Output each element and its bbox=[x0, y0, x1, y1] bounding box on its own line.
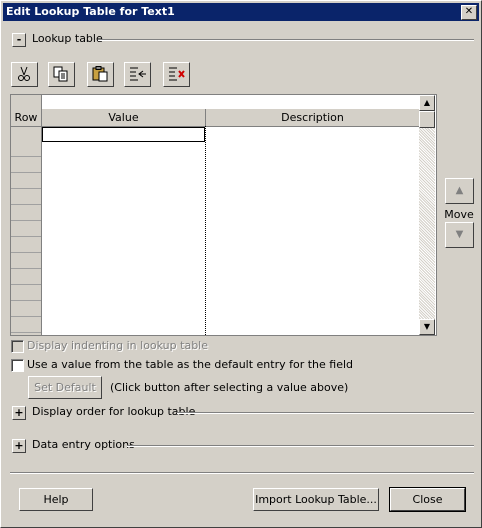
insert-row-icon bbox=[130, 67, 146, 81]
divider bbox=[127, 445, 474, 447]
column-header-value[interactable]: Value bbox=[42, 109, 206, 127]
close-window-button[interactable]: ✕ bbox=[461, 5, 477, 20]
row-header-cell bbox=[11, 205, 41, 221]
set-default-button[interactable]: Set Default bbox=[28, 376, 102, 399]
scroll-down-arrow-icon[interactable]: ▼ bbox=[419, 319, 435, 335]
column-divider bbox=[205, 126, 206, 335]
footer-divider bbox=[10, 472, 474, 474]
row-header-cell bbox=[11, 301, 41, 317]
row-header-cell bbox=[11, 157, 41, 173]
divider bbox=[177, 412, 474, 414]
row-header-cell bbox=[11, 221, 41, 237]
copy-button[interactable] bbox=[48, 62, 75, 87]
cut-icon bbox=[18, 66, 30, 81]
vertical-scrollbar[interactable]: ▲ ▼ bbox=[419, 95, 435, 335]
data-entry-section-label: Data entry options bbox=[32, 438, 135, 451]
row-header-cell bbox=[11, 253, 41, 269]
row-header-cell bbox=[11, 285, 41, 301]
row-header-cell bbox=[11, 237, 41, 253]
scroll-thumb[interactable] bbox=[419, 111, 435, 128]
display-order-expand-toggle[interactable]: + bbox=[12, 406, 26, 420]
column-header-row: Row bbox=[11, 109, 42, 127]
move-down-button[interactable]: ▼ bbox=[445, 222, 474, 248]
move-up-button[interactable]: ▲ bbox=[445, 178, 474, 204]
title-bar: Edit Lookup Table for Text1 ✕ bbox=[3, 3, 479, 21]
scroll-up-arrow-icon[interactable]: ▲ bbox=[419, 95, 435, 111]
set-default-hint: (Click button after selecting a value ab… bbox=[110, 381, 349, 394]
use-default-label: Use a value from the table as the defaul… bbox=[27, 358, 354, 371]
divider bbox=[98, 39, 474, 41]
display-indenting-label: Display indenting in lookup table bbox=[27, 339, 208, 352]
lookup-table-section-label: Lookup table bbox=[32, 32, 103, 45]
window-title: Edit Lookup Table for Text1 bbox=[6, 5, 175, 18]
delete-row-icon bbox=[169, 67, 185, 81]
paste-button[interactable] bbox=[87, 62, 114, 87]
row-header-cell bbox=[11, 189, 41, 205]
cut-button[interactable] bbox=[11, 62, 38, 87]
display-indenting-checkbox[interactable] bbox=[11, 340, 24, 353]
import-lookup-table-button[interactable]: Import Lookup Table... bbox=[253, 488, 379, 511]
column-header-description[interactable]: Description bbox=[206, 109, 419, 127]
row-header-cell bbox=[11, 269, 41, 285]
selected-value-cell[interactable] bbox=[42, 127, 205, 142]
insert-row-button[interactable] bbox=[124, 62, 151, 87]
row-header-cell bbox=[11, 317, 41, 333]
display-order-section-label: Display order for lookup table bbox=[32, 405, 196, 418]
move-label: Move bbox=[444, 208, 474, 221]
row-header-cell bbox=[11, 173, 41, 189]
lookup-table-grid[interactable]: Row Value Description ▲ ▼ bbox=[10, 94, 437, 336]
copy-icon bbox=[53, 66, 68, 82]
delete-row-button[interactable] bbox=[163, 62, 190, 87]
lookup-table-collapse-toggle[interactable]: - bbox=[12, 33, 26, 47]
paste-icon bbox=[92, 66, 108, 82]
close-button[interactable]: Close bbox=[389, 487, 466, 512]
dialog-window: Edit Lookup Table for Text1 ✕ - Lookup t… bbox=[0, 0, 482, 528]
help-button[interactable]: Help bbox=[19, 488, 93, 511]
row-header-column bbox=[11, 95, 42, 335]
data-entry-expand-toggle[interactable]: + bbox=[12, 439, 26, 453]
use-default-checkbox[interactable] bbox=[11, 359, 24, 372]
row-header-cell bbox=[11, 141, 41, 157]
